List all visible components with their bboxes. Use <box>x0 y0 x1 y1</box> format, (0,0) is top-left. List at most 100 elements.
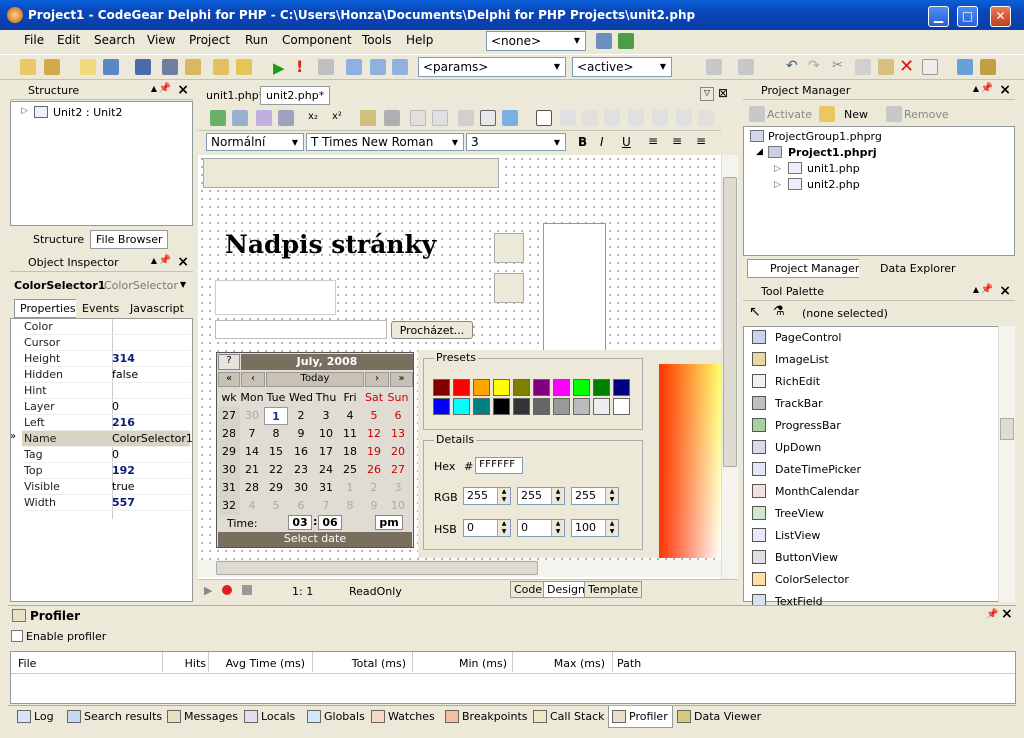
menu-project[interactable]: Project <box>189 33 230 47</box>
property-value[interactable]: 216 <box>112 416 135 429</box>
listbox-component[interactable] <box>543 223 606 353</box>
color-swatch[interactable] <box>473 379 490 396</box>
profiler-column-header[interactable]: File <box>18 657 36 670</box>
copy-icon[interactable] <box>855 59 871 75</box>
font-size-combo[interactable]: 3 ▼ <box>466 133 566 151</box>
calendar-day[interactable]: 21 <box>240 461 264 479</box>
today-button[interactable]: Today <box>266 372 364 387</box>
calendar-day[interactable]: 10 <box>314 425 338 443</box>
menu-help[interactable]: Help <box>406 33 433 47</box>
project-node[interactable]: Project1.phprj <box>788 146 877 159</box>
tab-list-icon[interactable]: ▽ <box>700 87 714 101</box>
enable-profiler-checkbox[interactable] <box>11 630 23 642</box>
color-swatch[interactable] <box>573 379 590 396</box>
calendar-day[interactable]: 24 <box>314 461 338 479</box>
stop-icon[interactable] <box>318 59 334 75</box>
spin-arrows-icon[interactable]: ▲ ▼ <box>551 520 564 536</box>
menu-file[interactable]: File <box>24 33 44 47</box>
calendar-day[interactable]: 2 <box>288 407 314 425</box>
next-month-button[interactable]: › <box>365 372 389 387</box>
spin-arrows-icon[interactable]: ▲ ▼ <box>497 520 510 536</box>
palette-item[interactable]: ListView <box>748 525 998 547</box>
params-combo[interactable]: <params> ▼ <box>418 57 566 77</box>
collapse-icon[interactable]: ◢ <box>756 147 763 157</box>
property-value[interactable]: 192 <box>112 464 135 477</box>
insert-icon[interactable] <box>210 110 226 126</box>
bottom-tab-profiler[interactable]: Profiler <box>608 706 673 728</box>
hour-field[interactable]: 03 <box>288 515 312 530</box>
chevron-up-icon[interactable]: ▲ <box>151 84 157 93</box>
bottom-tab-locals[interactable]: Locals <box>241 706 299 728</box>
property-value[interactable]: 557 <box>112 496 135 509</box>
spin-arrows-icon[interactable]: ▲ ▼ <box>497 488 510 504</box>
pin-icon[interactable]: 📌 <box>159 255 171 266</box>
color-swatch[interactable] <box>573 398 590 415</box>
property-row[interactable]: Height 314 <box>22 351 190 367</box>
component-selector[interactable]: ColorSelector1 ColorSelector ▼ <box>10 274 193 298</box>
color-swatch[interactable] <box>493 398 510 415</box>
bottom-tab-data-viewer[interactable]: Data Viewer <box>674 706 765 728</box>
vertical-scroll-thumb[interactable] <box>723 177 737 467</box>
open-project-icon[interactable] <box>44 59 60 75</box>
close-icon[interactable]: × <box>1001 606 1013 622</box>
menu-edit[interactable]: Edit <box>57 33 80 47</box>
palette-item[interactable]: UpDown <box>748 437 998 459</box>
pin-icon[interactable]: 📌 <box>981 83 993 94</box>
expand-icon[interactable]: ▷ <box>774 164 781 174</box>
table-grid-icon[interactable] <box>536 110 552 126</box>
palette-item[interactable]: ColorSelector <box>748 569 998 591</box>
property-value[interactable]: false <box>112 368 138 381</box>
structure-item[interactable]: Unit2 : Unit2 <box>53 106 122 119</box>
pin-icon[interactable]: 📌 <box>986 609 998 620</box>
palette-scroll-thumb[interactable] <box>1000 418 1014 440</box>
calendar-day[interactable]: 12 <box>362 425 386 443</box>
menu-search[interactable]: Search <box>94 33 135 47</box>
property-row[interactable]: Hint <box>22 383 190 399</box>
paste-icon[interactable] <box>878 59 894 75</box>
rgb-spinner[interactable]: 255 ▲ ▼ <box>571 487 619 505</box>
menu-tools[interactable]: Tools <box>362 33 392 47</box>
palette-item[interactable]: RichEdit <box>748 371 998 393</box>
spacing-icon[interactable] <box>652 110 668 126</box>
run-in-browser-icon[interactable]: ! <box>296 57 312 76</box>
calendar-day[interactable]: 1 <box>264 407 288 425</box>
color-swatch[interactable] <box>513 398 530 415</box>
palette-component-icon[interactable] <box>494 273 524 303</box>
calendar-day[interactable]: 27 <box>386 461 410 479</box>
prev-year-button[interactable]: « <box>218 372 240 387</box>
bold-icon[interactable]: B <box>578 135 587 149</box>
new-icon[interactable] <box>20 59 36 75</box>
configuration-combo[interactable]: <none> ▼ <box>486 31 586 51</box>
property-row[interactable]: Color <box>22 319 190 335</box>
calendar-day[interactable]: 7 <box>314 497 338 515</box>
anchor-icon[interactable] <box>432 110 448 126</box>
hsb-spinner[interactable]: 0 ▲ ▼ <box>517 519 565 537</box>
paragraph-style-combo[interactable]: Normální ▼ <box>206 133 304 151</box>
tab-template[interactable]: Template <box>584 581 643 598</box>
calendar-day[interactable]: 10 <box>386 497 410 515</box>
stop-macro-icon[interactable] <box>242 585 252 595</box>
add-file-icon[interactable] <box>213 59 229 75</box>
calendar-day[interactable]: 2 <box>362 479 386 497</box>
browse-button[interactable]: Procházet... <box>391 321 473 339</box>
play-macro-icon[interactable]: ▶ <box>204 584 212 597</box>
bottom-tab-call-stack[interactable]: Call Stack <box>530 706 608 728</box>
tab-unit2[interactable]: unit2.php* <box>260 86 331 105</box>
new-item-icon[interactable] <box>819 106 835 122</box>
distribute-icon[interactable] <box>628 110 644 126</box>
palette-item[interactable]: PageControl <box>748 327 998 349</box>
calendar-day[interactable]: 17 <box>314 443 338 461</box>
spin-arrows-icon[interactable]: ▲ ▼ <box>605 488 618 504</box>
menu-view[interactable]: View <box>147 33 175 47</box>
order-icon[interactable] <box>698 110 714 126</box>
file-node-unit2[interactable]: unit2.php <box>807 178 860 191</box>
database-icon[interactable] <box>980 59 996 75</box>
calendar-day[interactable]: 31 <box>314 479 338 497</box>
profiler-column-header[interactable]: Max (ms) <box>485 657 605 670</box>
calendar-day[interactable]: 11 <box>338 425 362 443</box>
minute-field[interactable]: 06 <box>318 515 342 530</box>
calendar-day[interactable]: 14 <box>240 443 264 461</box>
hex-input[interactable]: FFFFFF <box>475 457 523 474</box>
color-swatch[interactable] <box>433 379 450 396</box>
color-swatch[interactable] <box>533 398 550 415</box>
